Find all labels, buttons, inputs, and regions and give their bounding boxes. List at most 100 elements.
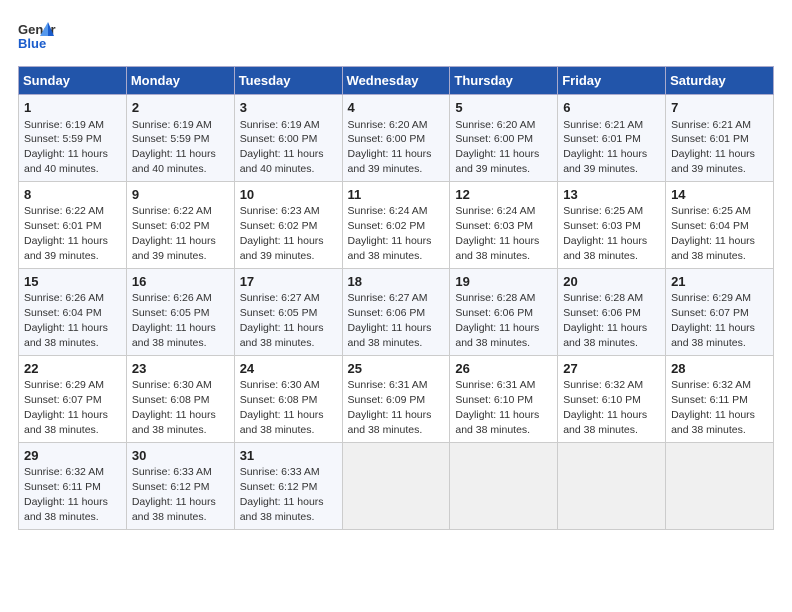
day-number: 24 bbox=[240, 360, 337, 378]
week-row-1: 1 Sunrise: 6:19 AMSunset: 5:59 PMDayligh… bbox=[19, 95, 774, 182]
calendar-cell: 12 Sunrise: 6:24 AMSunset: 6:03 PMDaylig… bbox=[450, 181, 558, 268]
day-number: 25 bbox=[348, 360, 445, 378]
weekday-header-tuesday: Tuesday bbox=[234, 67, 342, 95]
day-info: Sunrise: 6:22 AMSunset: 6:01 PMDaylight:… bbox=[24, 205, 108, 262]
day-info: Sunrise: 6:21 AMSunset: 6:01 PMDaylight:… bbox=[671, 119, 755, 176]
calendar-cell: 21 Sunrise: 6:29 AMSunset: 6:07 PMDaylig… bbox=[666, 268, 774, 355]
week-row-5: 29 Sunrise: 6:32 AMSunset: 6:11 PMDaylig… bbox=[19, 442, 774, 529]
day-number: 4 bbox=[348, 99, 445, 117]
day-number: 3 bbox=[240, 99, 337, 117]
day-number: 17 bbox=[240, 273, 337, 291]
day-number: 30 bbox=[132, 447, 229, 465]
day-info: Sunrise: 6:24 AMSunset: 6:03 PMDaylight:… bbox=[455, 205, 539, 262]
day-info: Sunrise: 6:27 AMSunset: 6:05 PMDaylight:… bbox=[240, 292, 324, 349]
day-info: Sunrise: 6:26 AMSunset: 6:05 PMDaylight:… bbox=[132, 292, 216, 349]
day-info: Sunrise: 6:20 AMSunset: 6:00 PMDaylight:… bbox=[348, 119, 432, 176]
day-number: 16 bbox=[132, 273, 229, 291]
day-info: Sunrise: 6:31 AMSunset: 6:09 PMDaylight:… bbox=[348, 379, 432, 436]
calendar-cell: 25 Sunrise: 6:31 AMSunset: 6:09 PMDaylig… bbox=[342, 355, 450, 442]
calendar-cell: 22 Sunrise: 6:29 AMSunset: 6:07 PMDaylig… bbox=[19, 355, 127, 442]
day-number: 14 bbox=[671, 186, 768, 204]
page: General Blue SundayMondayTuesdayWednesda… bbox=[0, 0, 792, 612]
day-number: 28 bbox=[671, 360, 768, 378]
calendar-cell: 4 Sunrise: 6:20 AMSunset: 6:00 PMDayligh… bbox=[342, 95, 450, 182]
calendar-table: SundayMondayTuesdayWednesdayThursdayFrid… bbox=[18, 66, 774, 530]
calendar-cell: 13 Sunrise: 6:25 AMSunset: 6:03 PMDaylig… bbox=[558, 181, 666, 268]
day-info: Sunrise: 6:23 AMSunset: 6:02 PMDaylight:… bbox=[240, 205, 324, 262]
week-row-4: 22 Sunrise: 6:29 AMSunset: 6:07 PMDaylig… bbox=[19, 355, 774, 442]
svg-text:Blue: Blue bbox=[18, 36, 46, 51]
day-number: 21 bbox=[671, 273, 768, 291]
day-info: Sunrise: 6:19 AMSunset: 6:00 PMDaylight:… bbox=[240, 119, 324, 176]
calendar-cell: 14 Sunrise: 6:25 AMSunset: 6:04 PMDaylig… bbox=[666, 181, 774, 268]
day-number: 23 bbox=[132, 360, 229, 378]
calendar-cell: 7 Sunrise: 6:21 AMSunset: 6:01 PMDayligh… bbox=[666, 95, 774, 182]
weekday-header-row: SundayMondayTuesdayWednesdayThursdayFrid… bbox=[19, 67, 774, 95]
day-number: 31 bbox=[240, 447, 337, 465]
calendar-cell: 18 Sunrise: 6:27 AMSunset: 6:06 PMDaylig… bbox=[342, 268, 450, 355]
calendar-cell: 8 Sunrise: 6:22 AMSunset: 6:01 PMDayligh… bbox=[19, 181, 127, 268]
day-info: Sunrise: 6:25 AMSunset: 6:03 PMDaylight:… bbox=[563, 205, 647, 262]
calendar-cell bbox=[666, 442, 774, 529]
calendar-cell: 19 Sunrise: 6:28 AMSunset: 6:06 PMDaylig… bbox=[450, 268, 558, 355]
day-number: 10 bbox=[240, 186, 337, 204]
weekday-header-thursday: Thursday bbox=[450, 67, 558, 95]
day-info: Sunrise: 6:19 AMSunset: 5:59 PMDaylight:… bbox=[132, 119, 216, 176]
calendar-cell: 2 Sunrise: 6:19 AMSunset: 5:59 PMDayligh… bbox=[126, 95, 234, 182]
day-number: 7 bbox=[671, 99, 768, 117]
day-number: 1 bbox=[24, 99, 121, 117]
week-row-3: 15 Sunrise: 6:26 AMSunset: 6:04 PMDaylig… bbox=[19, 268, 774, 355]
day-number: 6 bbox=[563, 99, 660, 117]
day-number: 11 bbox=[348, 186, 445, 204]
calendar-cell: 20 Sunrise: 6:28 AMSunset: 6:06 PMDaylig… bbox=[558, 268, 666, 355]
day-number: 13 bbox=[563, 186, 660, 204]
day-info: Sunrise: 6:32 AMSunset: 6:11 PMDaylight:… bbox=[671, 379, 755, 436]
header: General Blue bbox=[18, 18, 774, 56]
day-number: 20 bbox=[563, 273, 660, 291]
day-number: 18 bbox=[348, 273, 445, 291]
calendar-cell: 30 Sunrise: 6:33 AMSunset: 6:12 PMDaylig… bbox=[126, 442, 234, 529]
calendar-cell bbox=[342, 442, 450, 529]
week-row-2: 8 Sunrise: 6:22 AMSunset: 6:01 PMDayligh… bbox=[19, 181, 774, 268]
day-number: 26 bbox=[455, 360, 552, 378]
day-info: Sunrise: 6:28 AMSunset: 6:06 PMDaylight:… bbox=[455, 292, 539, 349]
day-info: Sunrise: 6:24 AMSunset: 6:02 PMDaylight:… bbox=[348, 205, 432, 262]
day-number: 22 bbox=[24, 360, 121, 378]
calendar-cell bbox=[450, 442, 558, 529]
calendar-cell: 15 Sunrise: 6:26 AMSunset: 6:04 PMDaylig… bbox=[19, 268, 127, 355]
day-number: 5 bbox=[455, 99, 552, 117]
day-number: 12 bbox=[455, 186, 552, 204]
day-number: 8 bbox=[24, 186, 121, 204]
weekday-header-friday: Friday bbox=[558, 67, 666, 95]
calendar-cell: 11 Sunrise: 6:24 AMSunset: 6:02 PMDaylig… bbox=[342, 181, 450, 268]
day-info: Sunrise: 6:20 AMSunset: 6:00 PMDaylight:… bbox=[455, 119, 539, 176]
day-number: 19 bbox=[455, 273, 552, 291]
calendar-cell: 28 Sunrise: 6:32 AMSunset: 6:11 PMDaylig… bbox=[666, 355, 774, 442]
calendar-cell: 23 Sunrise: 6:30 AMSunset: 6:08 PMDaylig… bbox=[126, 355, 234, 442]
day-info: Sunrise: 6:22 AMSunset: 6:02 PMDaylight:… bbox=[132, 205, 216, 262]
calendar-cell: 6 Sunrise: 6:21 AMSunset: 6:01 PMDayligh… bbox=[558, 95, 666, 182]
day-number: 15 bbox=[24, 273, 121, 291]
day-info: Sunrise: 6:31 AMSunset: 6:10 PMDaylight:… bbox=[455, 379, 539, 436]
calendar-cell: 31 Sunrise: 6:33 AMSunset: 6:12 PMDaylig… bbox=[234, 442, 342, 529]
day-info: Sunrise: 6:32 AMSunset: 6:10 PMDaylight:… bbox=[563, 379, 647, 436]
day-number: 2 bbox=[132, 99, 229, 117]
calendar-cell bbox=[558, 442, 666, 529]
day-number: 9 bbox=[132, 186, 229, 204]
day-info: Sunrise: 6:29 AMSunset: 6:07 PMDaylight:… bbox=[671, 292, 755, 349]
logo-icon: General Blue bbox=[18, 18, 56, 56]
calendar-cell: 5 Sunrise: 6:20 AMSunset: 6:00 PMDayligh… bbox=[450, 95, 558, 182]
weekday-header-wednesday: Wednesday bbox=[342, 67, 450, 95]
weekday-header-sunday: Sunday bbox=[19, 67, 127, 95]
day-info: Sunrise: 6:33 AMSunset: 6:12 PMDaylight:… bbox=[240, 466, 324, 523]
calendar-cell: 10 Sunrise: 6:23 AMSunset: 6:02 PMDaylig… bbox=[234, 181, 342, 268]
calendar-cell: 1 Sunrise: 6:19 AMSunset: 5:59 PMDayligh… bbox=[19, 95, 127, 182]
calendar-cell: 24 Sunrise: 6:30 AMSunset: 6:08 PMDaylig… bbox=[234, 355, 342, 442]
calendar-cell: 26 Sunrise: 6:31 AMSunset: 6:10 PMDaylig… bbox=[450, 355, 558, 442]
day-number: 29 bbox=[24, 447, 121, 465]
day-info: Sunrise: 6:33 AMSunset: 6:12 PMDaylight:… bbox=[132, 466, 216, 523]
weekday-header-monday: Monday bbox=[126, 67, 234, 95]
day-info: Sunrise: 6:29 AMSunset: 6:07 PMDaylight:… bbox=[24, 379, 108, 436]
day-info: Sunrise: 6:26 AMSunset: 6:04 PMDaylight:… bbox=[24, 292, 108, 349]
day-info: Sunrise: 6:30 AMSunset: 6:08 PMDaylight:… bbox=[132, 379, 216, 436]
